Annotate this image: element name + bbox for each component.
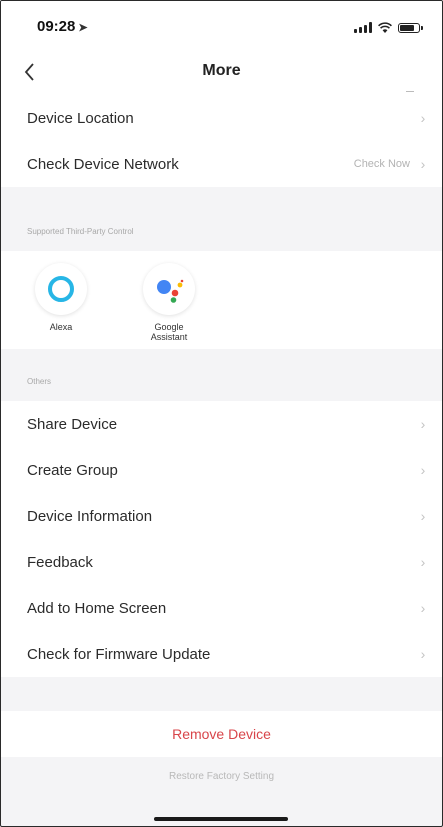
third-party-header: Supported Third-Party Control	[27, 227, 134, 236]
chevron-right-icon: ›	[420, 462, 426, 478]
alexa-item[interactable]: Alexa	[33, 263, 89, 332]
chevron-right-icon: ›	[420, 416, 426, 432]
status-time: 09:28 ➤	[37, 18, 88, 35]
chevron-right-icon: ›	[420, 110, 426, 126]
chevron-right-icon: ›	[420, 646, 426, 662]
nav-bar: More	[1, 49, 442, 95]
row-label: Create Group	[27, 461, 118, 479]
chevron-right-icon: ›	[420, 156, 426, 172]
row-feedback[interactable]: Feedback ›	[1, 539, 442, 585]
row-device-information[interactable]: Device Information ›	[1, 493, 442, 539]
remove-device-label: Remove Device	[172, 726, 271, 742]
row-label: Add to Home Screen	[27, 599, 167, 617]
cellular-signal-icon	[354, 22, 372, 33]
home-indicator[interactable]	[154, 817, 288, 821]
row-create-group[interactable]: Create Group ›	[1, 447, 442, 493]
row-add-to-home-screen[interactable]: Add to Home Screen ›	[1, 585, 442, 631]
location-arrow-icon: ➤	[78, 22, 88, 34]
alexa-icon	[35, 263, 87, 315]
page-title: More	[202, 62, 241, 79]
google-assistant-item[interactable]: Google Assistant	[137, 263, 201, 342]
status-bar: 09:28 ➤	[1, 1, 442, 49]
remove-device-button[interactable]: Remove Device	[1, 711, 442, 757]
device-settings-group: Device Location › Check Device Network C…	[1, 95, 442, 187]
time-text: 09:28	[37, 18, 76, 35]
others-group: Share Device › Create Group › Device Inf…	[1, 401, 442, 677]
scroll-hint-icon	[406, 87, 414, 92]
google-assistant-label: Google Assistant	[137, 322, 201, 342]
row-device-location[interactable]: Device Location ›	[1, 95, 442, 141]
row-label: Check for Firmware Update	[27, 645, 211, 663]
row-label: Check Device Network	[27, 155, 179, 173]
google-assistant-label-line2: Assistant	[150, 332, 188, 342]
alexa-label: Alexa	[49, 322, 73, 332]
battery-icon	[398, 23, 423, 33]
row-label: Device Information	[27, 507, 153, 525]
chevron-right-icon: ›	[420, 508, 426, 524]
google-assistant-icon	[143, 263, 195, 315]
check-now-link[interactable]: Check Now	[354, 158, 410, 170]
others-header: Others	[27, 377, 52, 386]
row-check-device-network[interactable]: Check Device Network Check Now ›	[1, 141, 442, 187]
row-check-firmware-update[interactable]: Check for Firmware Update ›	[1, 631, 442, 677]
restore-factory-button[interactable]: Restore Factory Setting	[1, 771, 442, 782]
wifi-icon	[378, 22, 392, 33]
chevron-right-icon: ›	[420, 554, 426, 570]
third-party-group: Alexa Google Assistant	[1, 251, 442, 349]
row-label: Feedback	[27, 553, 93, 571]
row-label: Share Device	[27, 415, 118, 433]
google-assistant-label-line1: Google	[154, 322, 184, 332]
row-label: Device Location	[27, 109, 134, 127]
status-icons	[354, 21, 423, 33]
phone-screen: 09:28 ➤ More Device Location › Check Dev…	[0, 0, 443, 827]
chevron-right-icon: ›	[420, 600, 426, 616]
row-share-device[interactable]: Share Device ›	[1, 401, 442, 447]
